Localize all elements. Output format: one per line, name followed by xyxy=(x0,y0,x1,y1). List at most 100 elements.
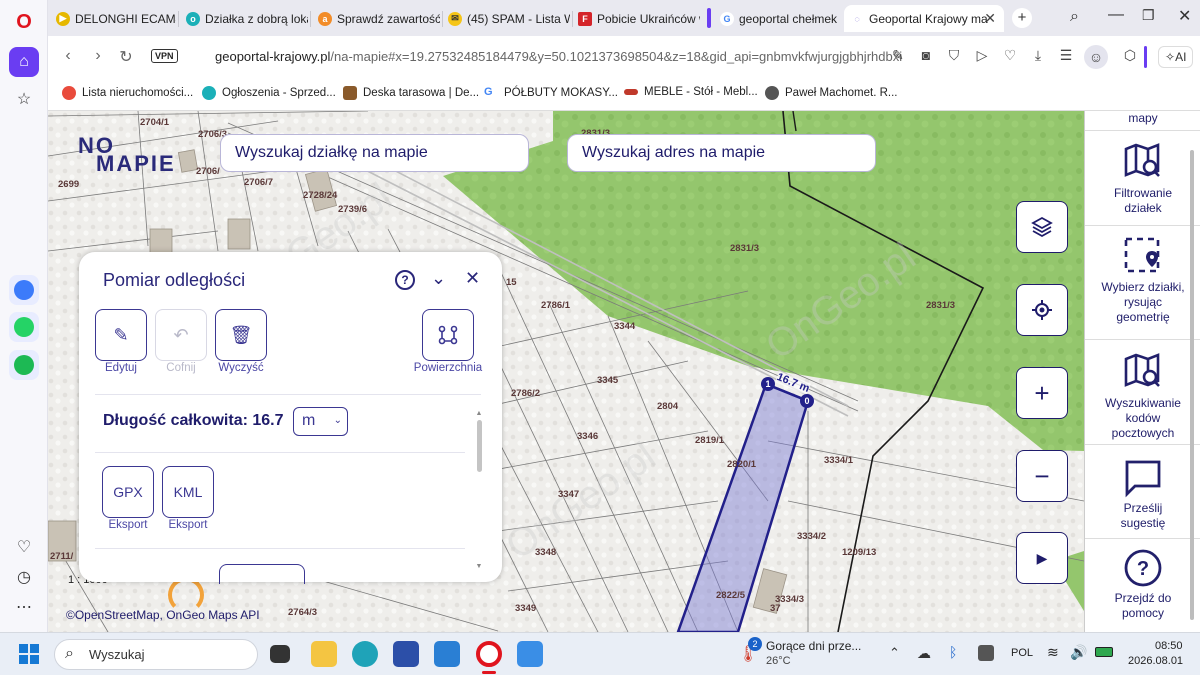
camera-icon[interactable]: ◙ xyxy=(916,47,936,63)
photos-icon[interactable] xyxy=(517,641,543,667)
spotify-icon[interactable] xyxy=(9,350,39,380)
edge-icon[interactable] xyxy=(352,641,378,667)
messenger-icon[interactable] xyxy=(9,275,39,305)
scroll-up-icon[interactable]: ▲ xyxy=(475,410,483,417)
bookmark-item[interactable]: Paweł Machomet. R... xyxy=(765,86,897,100)
speed-dial-icon[interactable]: ☆ xyxy=(9,84,39,114)
bookmark-item[interactable]: G PÓŁBUTY MOKASY... xyxy=(484,86,618,100)
measure-point-a[interactable]: 1 xyxy=(761,377,775,391)
tool-select-by-geometry[interactable]: Wybierz działki, rysując geometrię xyxy=(1085,227,1200,340)
partial-button[interactable] xyxy=(219,564,305,584)
more-icon[interactable]: ⋯ xyxy=(9,592,39,622)
bookmark-label: Paweł Machomet. R... xyxy=(785,87,898,99)
tab-3[interactable]: ✉ (45) SPAM - Lista Wi xyxy=(442,5,570,32)
tab-4[interactable]: F Pobicie Ukraińców w xyxy=(572,5,700,32)
tool-help[interactable]: ? Przejdź do pomocy xyxy=(1085,540,1200,632)
bookmark-item[interactable]: MEBLE - Stół - Mebl... xyxy=(624,86,758,98)
edit-button[interactable]: ✎ xyxy=(95,309,147,361)
store-icon[interactable] xyxy=(393,641,419,667)
tab-0[interactable]: ▶ DELONGHI ECAM47 xyxy=(50,5,176,32)
close-panel-icon[interactable]: ✕ xyxy=(465,268,480,289)
export-gpx-button[interactable]: GPX xyxy=(102,466,154,518)
tray-chevron-icon[interactable]: ⌃ xyxy=(889,645,900,661)
expand-panel-button[interactable]: ▶ xyxy=(1016,532,1068,584)
search-address-input[interactable]: Wyszukaj adres na mapie xyxy=(567,134,876,172)
zoom-out-button[interactable]: − xyxy=(1016,450,1068,502)
taskbar-search[interactable]: ⌕ Wyszukaj xyxy=(54,639,258,670)
bookmark-favicon-icon xyxy=(62,86,76,100)
bookmark-item[interactable]: Ogłoszenia - Sprzed... xyxy=(202,86,336,100)
tab-6-active[interactable]: ◌ Geoportal Krajowy ma ✕ xyxy=(844,5,1004,32)
tab-5[interactable]: Ggeoportal chełmek xyxy=(714,5,840,32)
new-tab-icon[interactable]: + xyxy=(1012,8,1032,28)
collapse-chevron-icon[interactable]: ⌄ xyxy=(431,268,446,289)
start-windows-icon[interactable] xyxy=(19,644,39,664)
clear-button[interactable]: 🗑 xyxy=(215,309,267,361)
opera-taskbar-icon[interactable] xyxy=(476,641,502,667)
mail-icon[interactable] xyxy=(434,641,460,667)
language-indicator[interactable]: POL xyxy=(1011,647,1033,659)
tray-app-icon[interactable] xyxy=(978,645,994,661)
home-icon[interactable]: ⌂ xyxy=(9,47,39,77)
area-button[interactable] xyxy=(422,309,474,361)
url-field[interactable]: geoportal-krajowy.pl/na-mapie#x=19.27532… xyxy=(215,49,902,64)
bluetooth-icon[interactable]: ᛒ xyxy=(949,644,957,660)
tool-map-partial[interactable]: mapy xyxy=(1085,111,1200,131)
parcel-number-label: 2711/ xyxy=(50,551,74,562)
shield-icon[interactable]: ⛉ xyxy=(944,47,964,64)
tab-2[interactable]: a Sprawdź zawartość xyxy=(312,5,440,32)
ai-button[interactable]: ✧AI xyxy=(1158,46,1194,68)
tool-postal-codes[interactable]: Wyszukiwanie kodów pocztowych xyxy=(1085,341,1200,445)
volume-icon[interactable]: 🔊 xyxy=(1070,644,1087,661)
scroll-down-icon[interactable]: ▼ xyxy=(475,563,483,570)
easy-setup-icon[interactable]: ☰ xyxy=(1056,47,1076,64)
weather-badge: 2 xyxy=(748,637,762,651)
close-window-icon[interactable]: ✕ xyxy=(1178,6,1191,26)
heart-outline-icon[interactable]: ♡ xyxy=(1000,47,1020,64)
heart-icon[interactable]: ♡ xyxy=(9,532,39,562)
locate-button[interactable] xyxy=(1016,284,1068,336)
clock-time[interactable]: 08:50 xyxy=(1155,640,1183,652)
scroll-thumb[interactable] xyxy=(476,420,482,472)
bookmark-item[interactable]: Deska tarasowa | De... xyxy=(343,86,479,100)
export-kml-button[interactable]: KML xyxy=(162,466,214,518)
extensions-icon[interactable]: ⬡ xyxy=(1120,47,1140,64)
weather-title: Gorące dni prze... xyxy=(766,639,862,653)
wifi-icon[interactable]: ≋ xyxy=(1047,644,1059,661)
parcel-number-label: 2764/3 xyxy=(288,607,318,618)
tool-filter-parcels[interactable]: Filtrowanie działek xyxy=(1085,131,1200,226)
download-icon[interactable]: ⤓ xyxy=(1028,47,1048,64)
back-icon[interactable]: ‹ xyxy=(58,47,78,65)
whatsapp-icon[interactable] xyxy=(9,312,39,342)
tab-1[interactable]: o Działka z dobrą lokal xyxy=(180,5,308,32)
send-icon[interactable]: ▷ xyxy=(972,47,992,64)
measure-point-b[interactable]: 0 xyxy=(800,394,814,408)
right-panel-scrollbar[interactable] xyxy=(1190,150,1194,620)
close-tab-icon[interactable]: ✕ xyxy=(984,10,996,27)
battery-icon[interactable] xyxy=(1095,647,1113,657)
tool-send-suggestion[interactable]: Prześlij sugestię xyxy=(1085,446,1200,539)
forward-icon[interactable]: › xyxy=(88,47,108,65)
undo-button[interactable]: ↶ xyxy=(155,309,207,361)
profile-icon[interactable]: ☺ xyxy=(1084,45,1108,69)
edit-icon[interactable]: ✎ xyxy=(888,47,908,64)
clock-date[interactable]: 2026.08.01 xyxy=(1128,655,1183,667)
vpn-badge[interactable]: VPN xyxy=(151,49,178,63)
minimize-icon[interactable]: — xyxy=(1108,6,1124,24)
file-explorer-icon[interactable] xyxy=(311,641,337,667)
help-icon[interactable]: ? xyxy=(395,270,415,290)
reload-icon[interactable]: ↻ xyxy=(116,47,136,67)
layers-button[interactable] xyxy=(1016,201,1068,253)
onedrive-icon[interactable]: ☁ xyxy=(917,645,931,662)
task-view-icon[interactable] xyxy=(270,645,290,663)
zoom-in-button[interactable]: + xyxy=(1016,367,1068,419)
history-icon[interactable]: ◷ xyxy=(9,562,39,592)
unit-select[interactable]: m ⌄ xyxy=(293,407,348,436)
bookmark-item[interactable]: Lista nieruchomości... xyxy=(62,86,193,100)
search-tabs-icon[interactable]: ⌕ xyxy=(1070,8,1079,26)
panel-scrollbar[interactable]: ▲ ▼ xyxy=(475,410,483,570)
restore-icon[interactable]: ❐ xyxy=(1142,7,1155,24)
map-attribution[interactable]: ©OpenStreetMap, OnGeo Maps API xyxy=(66,608,260,622)
search-parcel-input[interactable]: Wyszukaj działkę na mapie xyxy=(220,134,529,172)
opera-logo-icon[interactable]: O xyxy=(9,7,39,37)
